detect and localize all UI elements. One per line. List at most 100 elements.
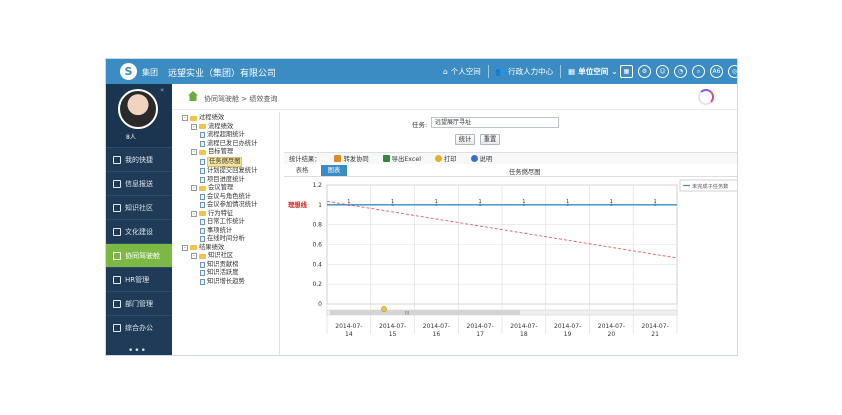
folder-icon [190,115,197,121]
nav-unit-space[interactable]: ▦ 单位空间 ⌄ [561,59,624,84]
home-icon[interactable] [188,91,198,101]
sidebar-item[interactable]: 协同驾驶舱 [106,243,172,267]
tree-node-label: 目标管理 [208,148,234,155]
chat-icon[interactable]: ☺ [656,65,669,78]
sidebar-item[interactable]: 我的快捷 [106,147,172,171]
x-tick-label: 2014-07- [554,323,581,330]
collapse-toggle-icon[interactable]: - [191,210,197,217]
x-tick-label: 14 [345,331,353,338]
app-window: S 集团 远望实业（集团）有限公司 ⌂ 个人空间 👥 行政人力中心 ▦ 单位空间… [105,58,738,356]
collapse-toggle-icon[interactable]: - [182,115,188,122]
collapse-toggle-icon[interactable]: - [182,244,188,251]
top-icon-group: ▦ ⚙ ☺ ◔ ⌕ A6 ◎ [620,65,737,78]
sidebar-item[interactable]: 综合办公 [106,315,172,339]
x-tick-label: 2014-07- [335,323,362,330]
notification-icon[interactable]: ◔ [674,65,687,78]
home-icon: ⌂ [443,67,448,76]
tree-node-label: 会议与角色统计 [207,192,252,200]
star-icon [113,155,121,164]
x-tick-label: 2014-07- [510,323,537,330]
tree-node[interactable]: 流程已发已办统计 [182,140,277,149]
tree-node[interactable]: - 流程绩效 [182,123,277,132]
top-nav: ⌂ 个人空间 👥 行政人力中心 ▦ 单位空间 ⌄ [436,59,625,84]
x-tick-label: 15 [389,331,397,338]
collapse-icon[interactable]: « [160,86,164,94]
x-tick-label: 20 [608,331,616,338]
dashboard-icon [113,251,121,260]
tree-node-label: 日常工作统计 [207,218,245,225]
forward-button[interactable]: 转发协同 [334,154,369,163]
y-tick-label: 1.2 [312,182,322,189]
tree-node[interactable]: 日常工作统计 [182,218,277,227]
nav-personal-space[interactable]: ⌂ 个人空间 [436,59,488,84]
tab-chart[interactable]: 图表 [321,165,347,176]
print-button[interactable]: 打印 [434,154,457,163]
folder-icon [199,211,206,217]
report-icon [200,219,205,226]
avatar[interactable] [118,89,158,129]
collapse-toggle-icon[interactable]: - [191,149,197,156]
tab-table[interactable]: 表格 [289,165,315,176]
tree-node[interactable]: - 目标管理 [182,148,277,157]
task-input[interactable]: 远望展厅寻址 [431,117,559,128]
nav-hr-center[interactable]: 👥 行政人力中心 [489,59,560,84]
export-label: 导出Excel [391,156,421,163]
excel-icon [382,155,390,162]
tree-node[interactable]: 知识贡献榜 [182,261,277,270]
sidebar-item-label: 知识社区 [125,203,153,212]
help-icon [470,155,478,162]
tree-node[interactable]: 在线时间分析 [182,235,277,244]
grid-icon[interactable]: ▦ [620,65,633,78]
search-icon[interactable]: ⌕ [692,65,705,78]
report-icon [200,278,205,285]
tree-node[interactable]: 项目进度统计 [182,176,277,185]
data-label: 1 [435,199,438,205]
tree-node[interactable]: 知识增长趋势 [182,278,277,287]
help-button[interactable]: 说明 [470,154,492,163]
tree-node-label: 会议参加情况统计 [207,201,258,208]
tree-node-label: 流程绩效 [208,122,234,130]
collapse-toggle-icon[interactable]: - [191,253,197,260]
stat-button[interactable]: 统计 [455,134,475,145]
language-icon[interactable]: A6 [710,65,723,78]
report-icon [200,193,205,200]
collapse-toggle-icon[interactable]: - [191,123,197,130]
tree-node-label: 流程已发已办统计 [207,139,258,147]
tree-node[interactable]: 知识活跃度 [182,269,277,278]
collapse-toggle-icon[interactable]: - [191,185,197,192]
sidebar-item[interactable]: 信息报送 [106,171,172,195]
tree-node[interactable]: - 过程绩效 [182,114,277,123]
sidebar-item[interactable]: HR管理 [106,267,172,291]
y-tick-label: 1 [318,202,322,209]
tree-node[interactable]: 会议与角色统计 [182,193,277,202]
tree-node[interactable]: 事项统计 [182,227,277,236]
sidebar-item[interactable]: 文化建设 [106,219,172,243]
tree-node-label: 计划提交回复统计 [207,167,258,174]
report-icon [200,168,205,175]
tree-node[interactable]: 会议参加情况统计 [182,201,277,210]
folder-icon [190,245,197,251]
tree-node[interactable]: - 会议管理 [182,184,277,193]
power-icon[interactable]: ◎ [728,65,737,78]
tree-node[interactable]: - 行为特征 [182,210,277,219]
tree-node[interactable]: - 知识社区 [182,252,277,261]
reset-button[interactable]: 重置 [480,134,500,145]
sidebar-item-label: 部门管理 [125,299,153,308]
tree-node[interactable]: - 结果绩效 [182,244,277,253]
report-icon [200,158,205,165]
y-tick-label: 0 [318,301,322,308]
sidebar-item[interactable]: 部门管理 [106,291,172,315]
more-icon[interactable]: ••• [128,346,147,355]
settings-icon[interactable]: ⚙ [638,65,651,78]
breadcrumb-bar: 协同驾驶舱 > 绩效查询 [172,84,737,110]
task-label: 任务: [412,121,428,129]
x-tick-label: 18 [520,331,528,338]
tree-node[interactable]: 流程超期统计 [182,131,277,140]
sidebar-item-label: 协同驾驶舱 [125,251,160,260]
report-icon [200,236,205,243]
sidebar-item[interactable]: 知识社区 [106,195,172,219]
tree-node[interactable]: 任务燃尽图 [182,156,277,167]
export-excel-button[interactable]: 导出Excel [382,154,421,163]
report-icon [200,176,205,183]
tree-node[interactable]: 计划提交回复统计 [182,167,277,176]
